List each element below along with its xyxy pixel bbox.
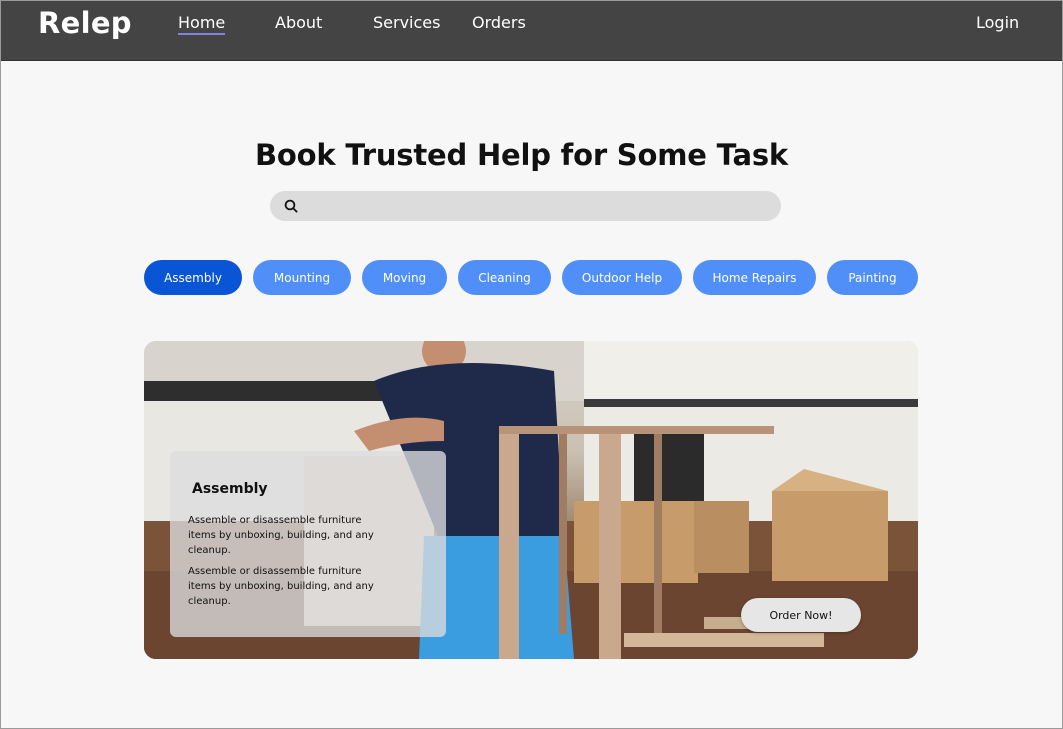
- category-outdoor-help[interactable]: Outdoor Help: [562, 260, 682, 295]
- category-painting[interactable]: Painting: [827, 260, 918, 295]
- nav-about-link[interactable]: About: [275, 13, 322, 32]
- category-home-repairs[interactable]: Home Repairs: [693, 260, 816, 295]
- service-description-secondary: Assemble or disassemble furniture items …: [188, 566, 374, 607]
- nav-services-link[interactable]: Services: [373, 13, 440, 32]
- login-link[interactable]: Login: [976, 13, 1019, 32]
- brand-logo[interactable]: Relep: [38, 6, 132, 40]
- search-bar[interactable]: [270, 191, 781, 223]
- top-navbar: Relep Home About Services Orders Login: [0, 0, 1063, 61]
- category-mounting[interactable]: Mounting: [253, 260, 351, 295]
- service-title: Assembly: [192, 481, 268, 497]
- category-cleaning[interactable]: Cleaning: [458, 260, 551, 295]
- service-description: Assemble or disassemble furniture items …: [188, 515, 374, 556]
- nav-orders-link[interactable]: Orders: [472, 13, 526, 32]
- order-now-button[interactable]: Order Now!: [741, 598, 861, 632]
- page-title: Book Trusted Help for Some Task: [255, 138, 788, 172]
- featured-service-card: Assembly Assemble or disassemble furnitu…: [144, 341, 918, 659]
- search-input[interactable]: [306, 191, 770, 223]
- nav-home-link[interactable]: Home: [178, 13, 226, 35]
- category-moving[interactable]: Moving: [362, 260, 447, 295]
- service-info-panel: Assembly Assemble or disassemble furnitu…: [170, 451, 446, 637]
- category-assembly[interactable]: Assembly: [144, 260, 242, 295]
- search-icon: [284, 199, 298, 213]
